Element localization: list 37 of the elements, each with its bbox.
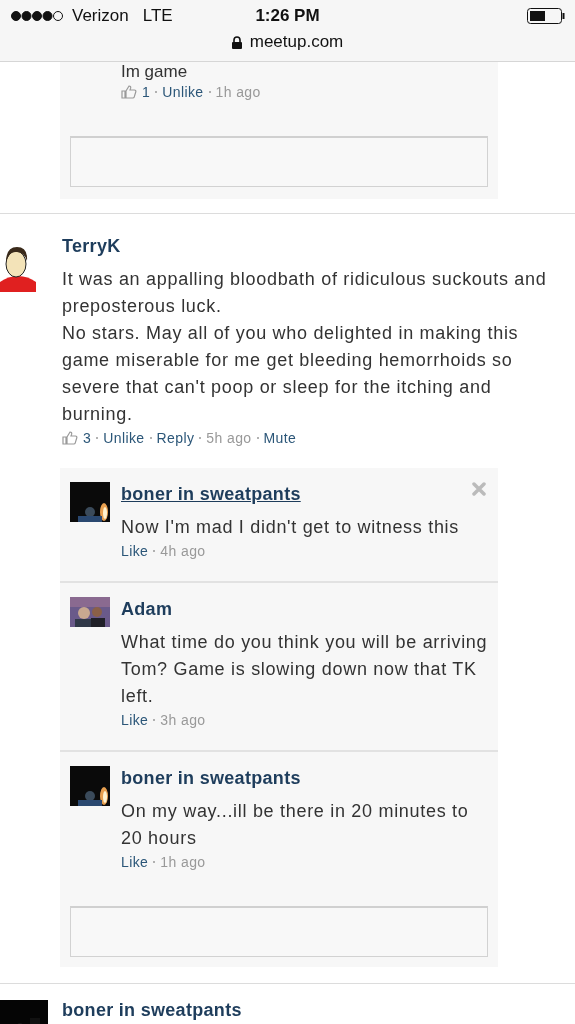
battery-icon [527, 8, 565, 24]
action-link[interactable]: Unlike [103, 428, 145, 448]
reply-text: What time do you think you will be arriving Tom? Game is slowing down now that TK left. [121, 631, 488, 708]
reply-input-field[interactable] [70, 906, 488, 957]
reply-text: On my way...ill be there in 20 minutes to 20 hours [121, 800, 470, 850]
action-link[interactable]: Mute [263, 428, 297, 448]
action-link[interactable]: Reply [156, 428, 195, 448]
lock-icon [231, 35, 242, 49]
author-name[interactable]: boner in sweatpants [121, 482, 301, 506]
timestamp: 5h ago [206, 429, 252, 448]
close-icon[interactable] [472, 482, 486, 496]
signal-icon [10, 10, 64, 22]
timestamp: 1h ago [215, 83, 261, 102]
reply-text: Im game [121, 62, 189, 82]
action-link[interactable]: Like [121, 710, 149, 730]
thumbs-up-icon[interactable] [62, 431, 78, 445]
timestamp: 3h ago [160, 711, 206, 730]
timestamp: 4h ago [160, 542, 206, 561]
author-name[interactable]: TerryK [62, 234, 121, 258]
author-name[interactable]: boner in sweatpants [121, 766, 301, 790]
action-link[interactable]: Like [121, 852, 149, 872]
network-type: LTE [142, 6, 173, 26]
url-text[interactable]: meetup.com [249, 32, 344, 52]
author-name[interactable]: boner in sweatpants [62, 998, 242, 1022]
clock-time: 1:26 PM [255, 6, 320, 26]
carrier-name: Verizon [72, 6, 129, 26]
avatar-drawing [0, 244, 36, 292]
thumbs-up-icon[interactable] [121, 85, 137, 99]
comment-text: It was an appalling bloodbath of ridiculous suckouts and preposterous luck. No stars. May all of you who delighted in making this game miserable for me get bleeding hemorrhoids so severe that can't poop or sleep for the itching and burning. [62, 268, 548, 426]
like-count: 3 [83, 429, 92, 448]
like-count: 1 [142, 83, 151, 102]
reply-input-field[interactable] [70, 136, 488, 187]
action-link[interactable]: Like [121, 541, 149, 561]
reply-text: Now I'm mad I didn't get to witness this [121, 516, 460, 539]
action-link[interactable]: Unlike [162, 82, 204, 102]
author-name[interactable]: Adam [121, 597, 173, 621]
timestamp: 1h ago [160, 853, 206, 872]
